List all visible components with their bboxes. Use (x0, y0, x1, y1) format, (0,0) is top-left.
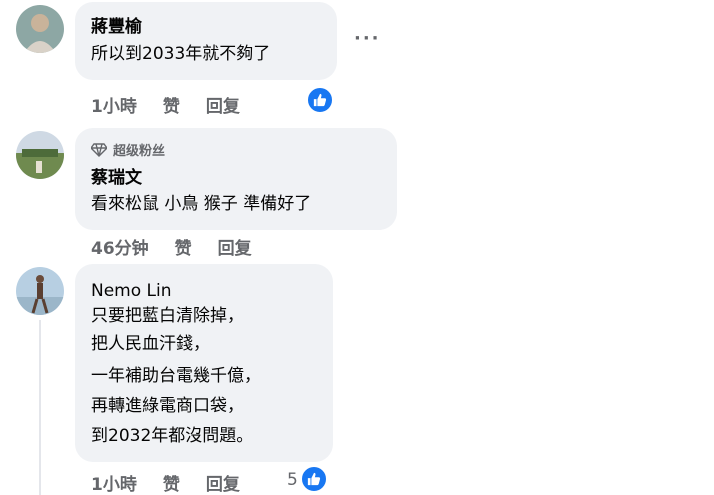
comment-text: 把人民血汗錢， (91, 334, 210, 354)
comment-actions: 1小時 赞 回复 (91, 470, 240, 495)
avatar[interactable] (16, 5, 64, 53)
avatar[interactable] (16, 131, 64, 179)
comment-author[interactable]: Nemo Lin (91, 281, 172, 301)
comment-actions: 1小時 赞 回复 (91, 92, 240, 117)
like-thumb-icon[interactable] (306, 86, 334, 114)
comment-time[interactable]: 46分钟 (91, 234, 149, 259)
comment-actions: 46分钟 赞 回复 (91, 234, 252, 259)
reaction-count[interactable]: 5 (287, 470, 298, 490)
comment-text: 到2032年都沒問題。 (91, 426, 254, 446)
thread-line (39, 320, 41, 495)
comment-text: 只要把藍白清除掉， (91, 306, 244, 326)
comment-text: 再轉進綠電商口袋， (91, 396, 244, 416)
more-options-icon[interactable]: ··· (354, 28, 381, 49)
like-button[interactable]: 赞 (175, 234, 192, 259)
comment-text: 一年補助台電幾千億， (91, 366, 261, 386)
top-fan-badge: 超级粉丝 (91, 140, 165, 159)
comment-time[interactable]: 1小時 (91, 92, 137, 117)
comment-text: 所以到2033年就不夠了 (91, 44, 271, 64)
comment-time[interactable]: 1小時 (91, 470, 137, 495)
like-thumb-icon[interactable] (300, 465, 328, 493)
like-button[interactable]: 赞 (163, 92, 180, 117)
avatar[interactable] (16, 267, 64, 315)
reply-button[interactable]: 回复 (206, 92, 240, 117)
like-button[interactable]: 赞 (163, 470, 180, 495)
badge-label: 超级粉丝 (113, 144, 166, 159)
reply-button[interactable]: 回复 (206, 470, 240, 495)
comment-author[interactable]: 蔡瑞文 (91, 168, 142, 188)
comment-author[interactable]: 蔣豐榆 (91, 17, 142, 37)
reply-button[interactable]: 回复 (218, 234, 252, 259)
comment-text: 看來松鼠 小鳥 猴子 準備好了 (91, 194, 312, 214)
diamond-icon (91, 142, 107, 157)
